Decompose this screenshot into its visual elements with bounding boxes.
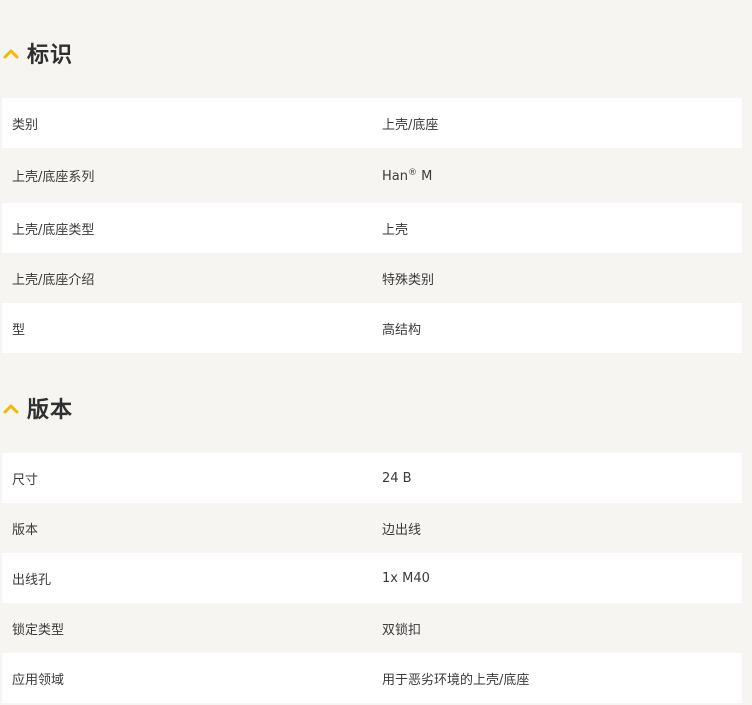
chevron-up-icon[interactable] — [2, 44, 20, 62]
table-row: 型 高结构 — [2, 303, 742, 353]
spec-label: 尺寸 — [12, 472, 39, 488]
spec-label: 上壳/底座介绍 — [12, 272, 95, 288]
spec-label: 上壳/底座类型 — [12, 222, 95, 238]
spec-table-version: 尺寸 24 B 版本 边出线 出线孔 1x M40 锁定类型 双锁扣 应用领域 … — [2, 453, 742, 703]
section-title: 标识 — [27, 43, 74, 68]
spec-value: 1x M40 — [382, 570, 430, 586]
spec-label: 版本 — [12, 522, 39, 538]
table-row: 上壳/底座类型 上壳 — [2, 203, 742, 253]
spec-value: 24 B — [382, 470, 412, 486]
table-row: 尺寸 24 B — [2, 453, 742, 503]
table-row: 版本 边出线 — [2, 503, 742, 553]
spec-value: 上壳/底座 — [382, 117, 439, 133]
spec-label: 上壳/底座系列 — [12, 170, 95, 185]
spec-value-main: Han — [382, 168, 408, 184]
spec-label: 型 — [12, 322, 26, 338]
table-row: 应用领域 用于恶劣环境的上壳/底座 — [2, 653, 742, 703]
spec-value: Han® M — [372, 168, 742, 184]
section-title: 版本 — [27, 398, 74, 423]
spec-value: 用于恶劣环境的上壳/底座 — [382, 672, 530, 688]
spec-label: 类别 — [12, 117, 39, 133]
table-row: 锁定类型 双锁扣 — [2, 603, 742, 653]
section-header-identification[interactable]: 标识 — [0, 33, 752, 73]
table-row: 类别 上壳/底座 — [2, 98, 742, 148]
spec-label: 出线孔 — [12, 572, 52, 588]
spec-value: 特殊类别 — [382, 272, 435, 288]
chevron-up-icon[interactable] — [2, 399, 20, 417]
table-row: 上壳/底座系列 Han® M — [2, 148, 742, 203]
registered-mark: ® — [407, 167, 417, 178]
spec-table-identification: 类别 上壳/底座 上壳/底座系列 Han® M 上壳/底座类型 上壳 上壳/底座… — [2, 98, 742, 353]
table-row: 出线孔 1x M40 — [2, 553, 742, 603]
product-spec-page: 标识 类别 上壳/底座 上壳/底座系列 Han® M 上壳/底座类型 上壳 上壳… — [0, 0, 752, 705]
spec-label: 锁定类型 — [12, 622, 65, 638]
spec-value: 高结构 — [382, 322, 422, 338]
table-row: 上壳/底座介绍 特殊类别 — [2, 253, 742, 303]
spec-label: 应用领域 — [12, 672, 65, 688]
spec-value: 边出线 — [382, 522, 422, 538]
spec-value-suffix: M — [416, 168, 433, 184]
section-header-version[interactable]: 版本 — [0, 388, 752, 428]
spec-value: 上壳 — [382, 222, 409, 238]
spec-value: 双锁扣 — [382, 622, 422, 638]
